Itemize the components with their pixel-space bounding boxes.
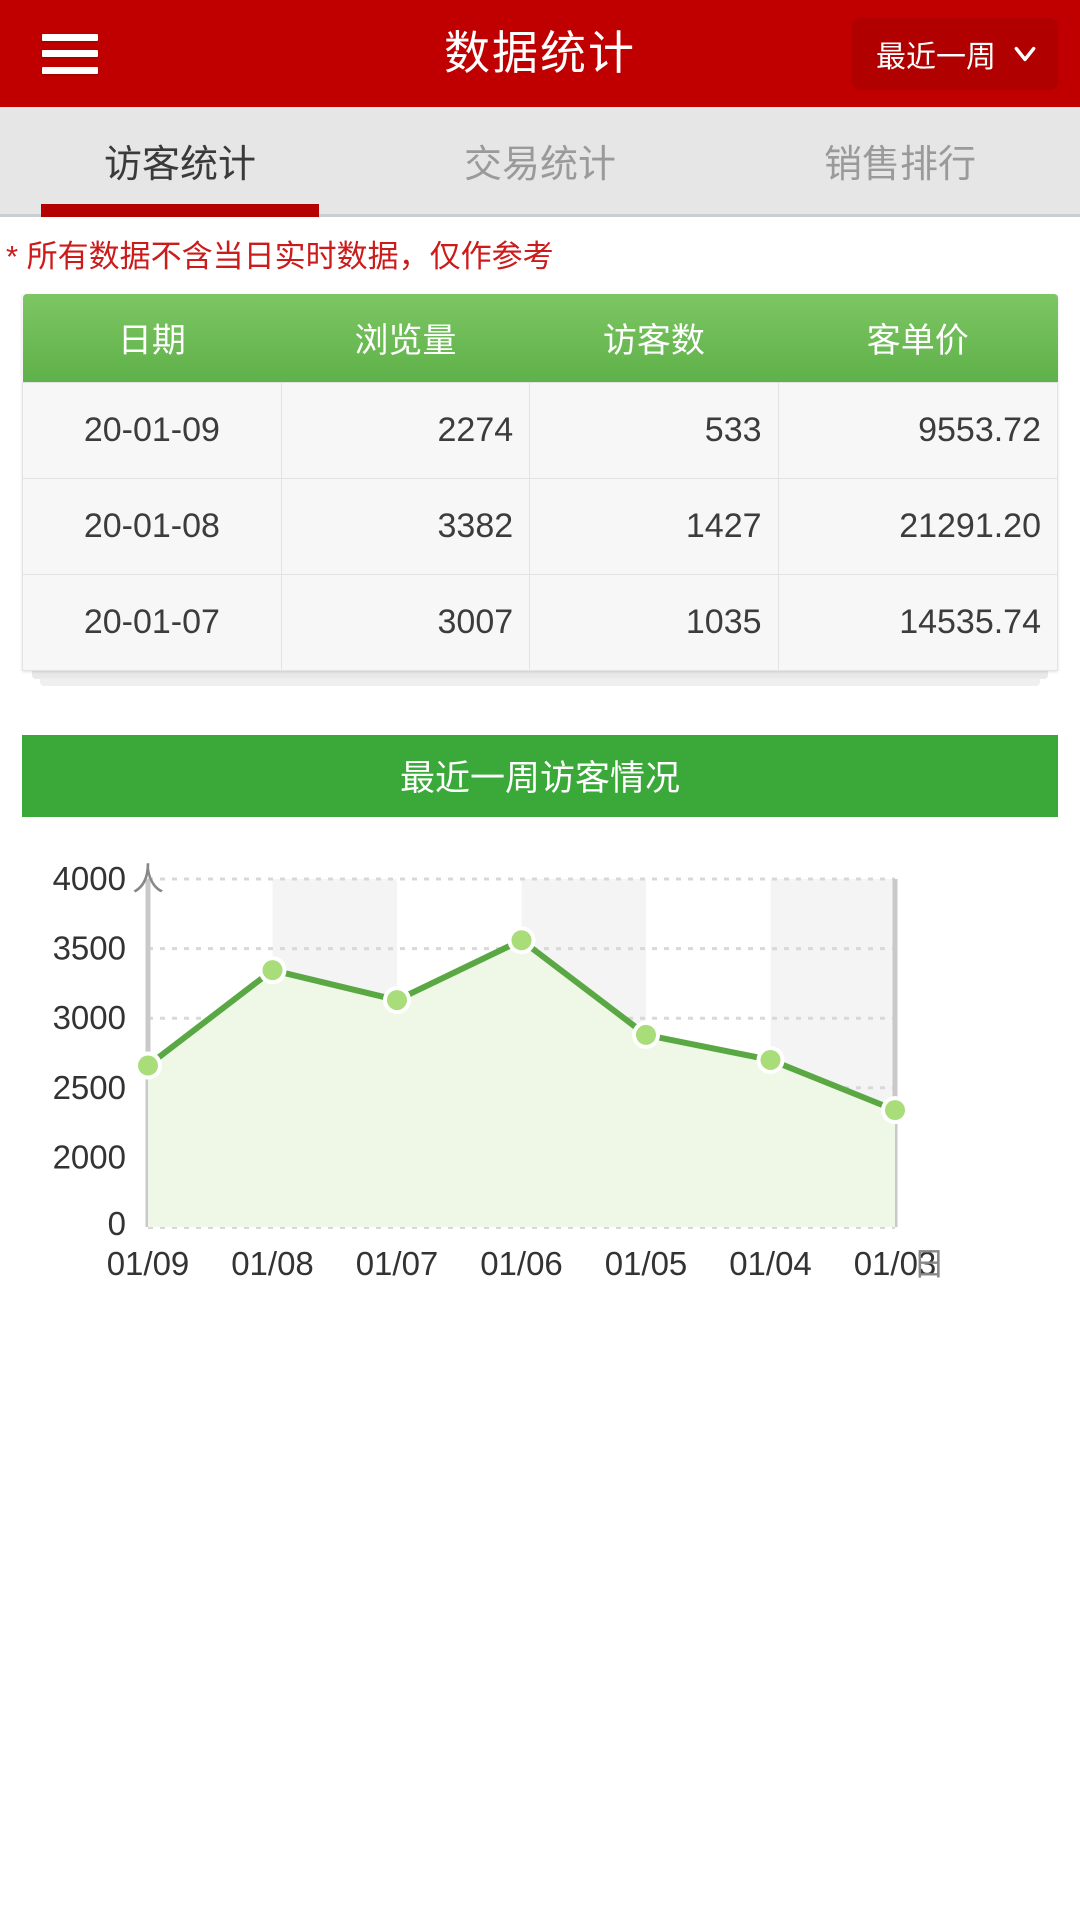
cell-views: 2274 [281, 381, 531, 479]
chart-section-title: 最近一周访客情况 [399, 759, 680, 798]
visitor-line-chart: 0 2000 2500 3000 3500 4000 人 01/09 01/08 01/07 01/… [0, 857, 1080, 1297]
x-axis-tick-label: 01/08 [231, 1245, 314, 1282]
table-stack-shadow [40, 677, 1040, 686]
cell-unit-price: 14535.74 [778, 573, 1059, 671]
column-header-unit-price: 客单价 [778, 294, 1058, 382]
chart-point[interactable] [387, 989, 407, 1010]
column-header-date: 日期 [22, 294, 282, 382]
cell-date: 20-01-07 [22, 573, 282, 671]
app-header: 数据统计 最近一周 [0, 0, 1080, 107]
table-row[interactable]: 20-01-08 3382 1427 21291.20 [22, 477, 1059, 575]
stats-table: 日期 浏览量 访客数 客单价 20-01-09 2274 533 9553.72… [22, 294, 1059, 671]
tab-bar: 访客统计 交易统计 销售排行 [0, 107, 1080, 217]
chart-point[interactable] [511, 929, 532, 950]
chevron-down-icon [1014, 46, 1036, 61]
y-axis-unit-label: 人 [132, 861, 164, 897]
cell-visitors: 1427 [529, 477, 779, 575]
tab-transaction-stats[interactable]: 交易统计 [360, 107, 720, 214]
chart-point[interactable] [885, 1099, 905, 1120]
y-axis-tick-label: 0 [108, 1205, 126, 1242]
cell-views: 3382 [281, 477, 531, 575]
date-range-value: 最近一周 [876, 40, 996, 74]
x-axis-tick-label: 01/04 [729, 1245, 812, 1282]
cell-unit-price: 9553.72 [778, 381, 1059, 479]
cell-unit-price: 21291.20 [778, 477, 1059, 575]
chart-point[interactable] [262, 959, 283, 980]
column-header-views: 浏览量 [281, 294, 530, 382]
hamburger-bar [42, 50, 98, 57]
stats-table-wrapper: 日期 浏览量 访客数 客单价 20-01-09 2274 533 9553.72… [22, 294, 1059, 686]
tab-label: 访客统计 [103, 144, 256, 186]
hamburger-bar [42, 33, 98, 41]
cell-visitors: 533 [529, 381, 779, 479]
table-head: 日期 浏览量 访客数 客单价 [22, 294, 1058, 382]
visitor-chart-svg: 0 2000 2500 3000 3500 4000 人 01/09 01/08 01/07 01/… [53, 860, 945, 1282]
y-axis-tick-label: 2500 [53, 1068, 126, 1105]
hamburger-menu-icon[interactable] [42, 33, 98, 74]
x-axis-tick-label: 01/06 [480, 1245, 563, 1282]
y-axis-tick-label: 2000 [53, 1138, 126, 1175]
chart-section-banner: 最近一周访客情况 [22, 734, 1058, 817]
date-range-dropdown[interactable]: 最近一周 [852, 17, 1058, 90]
y-axis-tick-label: 3000 [53, 999, 126, 1036]
cell-date: 20-01-09 [22, 381, 282, 479]
data-notice: * 所有数据不含当日实时数据，仅作参考 [6, 239, 554, 274]
tab-visitor-stats[interactable]: 访客统计 [0, 107, 360, 214]
tab-label: 销售排行 [823, 144, 976, 186]
tab-label: 交易统计 [463, 144, 616, 186]
column-header-visitors: 访客数 [529, 294, 779, 382]
cell-visitors: 1035 [529, 573, 779, 671]
x-axis-unit-label: 日 [913, 1246, 945, 1282]
x-axis-tick-label: 01/07 [356, 1245, 439, 1282]
table-header-row: 日期 浏览量 访客数 客单价 [22, 294, 1058, 382]
hamburger-bar [42, 66, 98, 74]
cell-date: 20-01-08 [22, 477, 282, 575]
tab-sales-ranking[interactable]: 销售排行 [720, 107, 1080, 214]
chart-point[interactable] [760, 1049, 781, 1070]
chart-point[interactable] [138, 1055, 158, 1076]
y-axis-tick-label: 3500 [53, 929, 126, 966]
table-body: 20-01-09 2274 533 9553.72 20-01-08 3382 … [22, 381, 1059, 671]
table-row[interactable]: 20-01-09 2274 533 9553.72 [22, 381, 1059, 479]
x-axis-tick-label: 01/09 [107, 1245, 190, 1282]
x-axis-tick-label: 01/05 [605, 1245, 688, 1282]
y-axis-tick-label: 4000 [53, 860, 126, 897]
page-blank-area [0, 1296, 1080, 1737]
chart-point[interactable] [636, 1024, 656, 1045]
table-row[interactable]: 20-01-07 3007 1035 14535.74 [22, 573, 1059, 671]
cell-views: 3007 [281, 573, 531, 671]
